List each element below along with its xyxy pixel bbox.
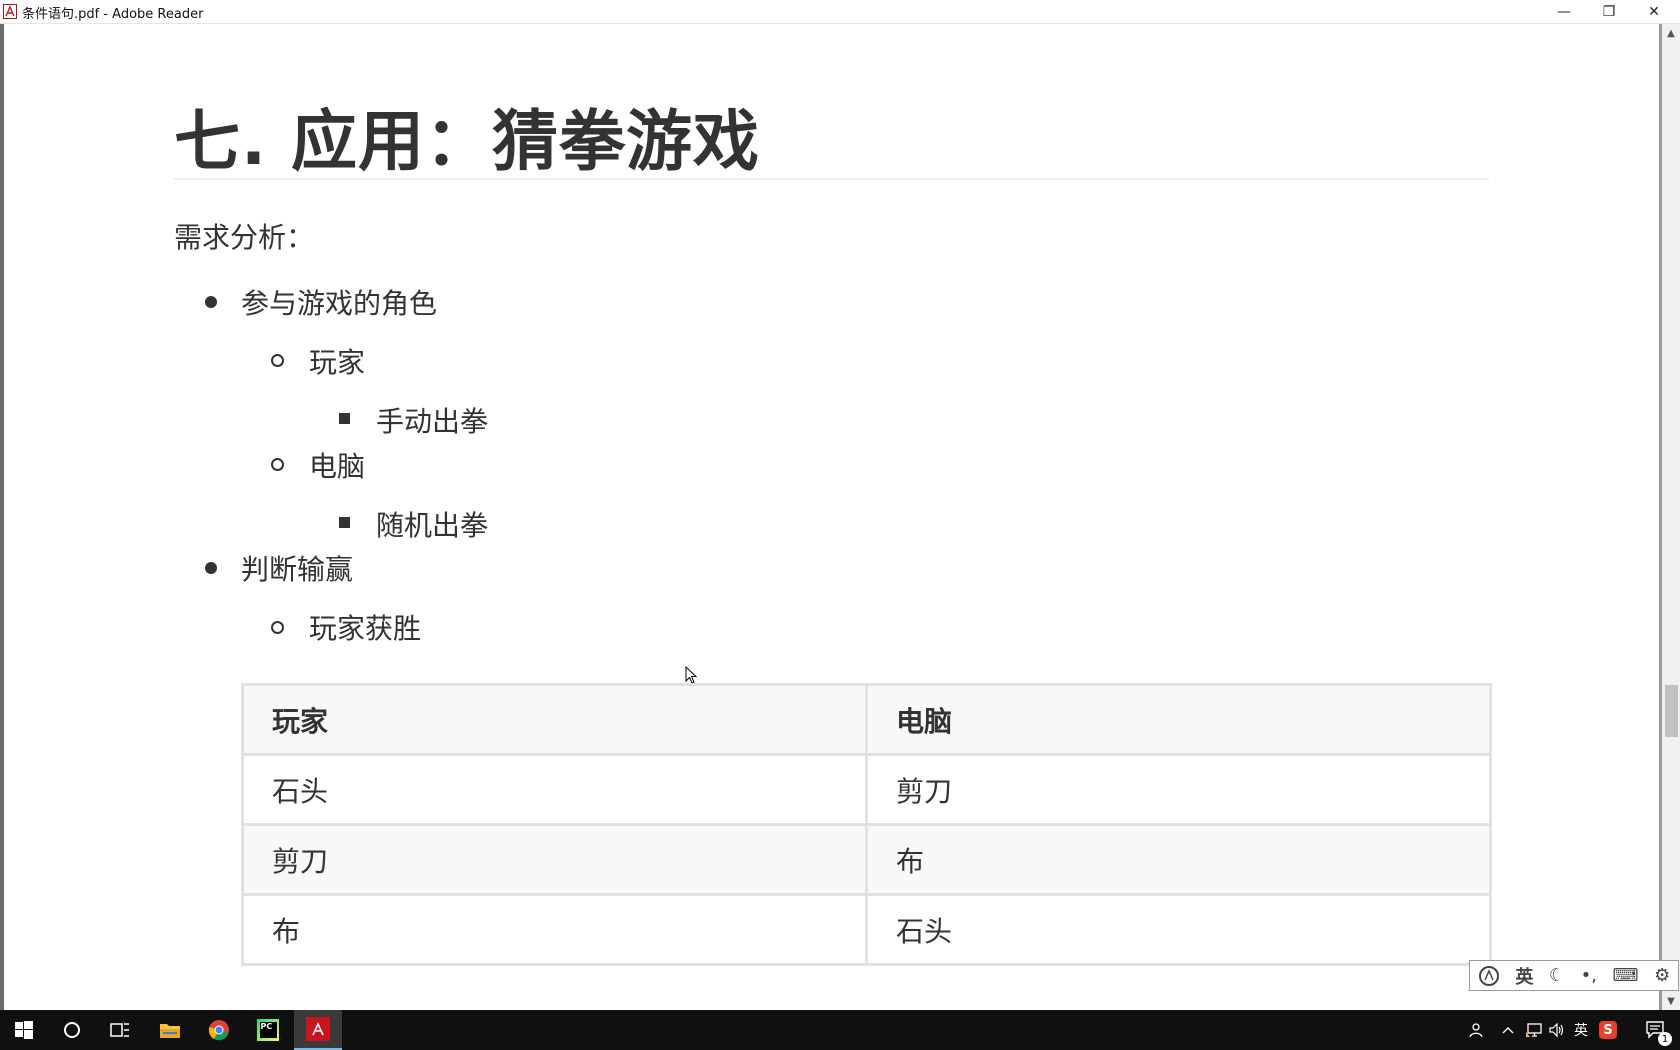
table-row: 布 石头: [241, 893, 1492, 966]
adobe-glyph-icon: [312, 1022, 324, 1036]
table-cell: 石头: [241, 753, 868, 826]
table-header-row: 玩家 电脑: [241, 683, 1492, 756]
show-hidden-icons-chevron-up-icon[interactable]: [1497, 1010, 1519, 1050]
table-row: 石头 剪刀: [241, 753, 1492, 826]
moon-icon[interactable]: ☾: [1549, 965, 1565, 986]
intro-text: 需求分析：: [174, 221, 315, 254]
start-icon: [15, 1021, 33, 1039]
table-header-player: 玩家: [241, 683, 868, 756]
bullet-disc: [205, 296, 217, 308]
close-button[interactable]: ✕: [1631, 0, 1677, 23]
adobe-reader-button[interactable]: [294, 1010, 342, 1050]
network-glyph-icon: [1526, 1023, 1542, 1037]
heading-divider: [174, 178, 1489, 180]
scroll-up-icon[interactable]: ▲: [1662, 24, 1680, 42]
list-item-roles: 参与游戏的角色: [241, 287, 438, 320]
page-left-edge: [0, 24, 4, 1010]
ime-logo-icon[interactable]: [1478, 965, 1500, 987]
scrollbar-thumb[interactable]: [1665, 685, 1678, 737]
bullet-circle: [271, 458, 284, 471]
bullet-square: [339, 517, 350, 528]
table-cell: 石头: [865, 893, 1492, 966]
table-cell: 布: [865, 823, 1492, 896]
page-heading: 七. 应用：猜拳游戏: [174, 103, 761, 180]
ime-language-toggle[interactable]: 英: [1515, 963, 1533, 989]
people-icon[interactable]: [1460, 1010, 1490, 1050]
taskbar: PC 英 S 1: [0, 1010, 1680, 1050]
pycharm-icon: PC: [257, 1019, 279, 1041]
minimize-icon: —: [1557, 3, 1571, 20]
bullet-disc: [205, 562, 217, 574]
adobe-reader-app-icon: [3, 4, 17, 19]
rps-table: 玩家 电脑 石头 剪刀 剪刀 布 布 石头: [241, 683, 1492, 966]
search-button[interactable]: [48, 1010, 96, 1050]
volume-icon[interactable]: [1546, 1010, 1568, 1050]
list-item-computer: 电脑: [309, 450, 366, 483]
list-item-computer-action: 随机出拳: [376, 509, 489, 542]
pycharm-button[interactable]: PC: [244, 1010, 292, 1050]
sogou-glyph-icon: S: [1599, 1021, 1617, 1039]
search-icon: [64, 1022, 80, 1038]
vertical-scrollbar[interactable]: ▲ ▼: [1662, 24, 1680, 1010]
chrome-button[interactable]: [195, 1010, 243, 1050]
bullet-square: [339, 413, 350, 424]
minimize-button[interactable]: —: [1541, 0, 1587, 23]
chevron-up-glyph-icon: [1502, 1027, 1514, 1034]
file-explorer-button[interactable]: [146, 1010, 194, 1050]
table-cell: 剪刀: [865, 753, 1492, 826]
speaker-glyph-icon: [1549, 1022, 1564, 1038]
sogou-ime-icon[interactable]: S: [1596, 1010, 1620, 1050]
document-viewport[interactable]: 七. 应用：猜拳游戏 需求分析： 参与游戏的角色 玩家 手动出拳 电脑 随机出拳…: [0, 24, 1662, 1010]
list-item-player-action: 手动出拳: [376, 405, 489, 438]
task-view-button[interactable]: [96, 1010, 144, 1050]
bullet-circle: [271, 621, 284, 634]
people-glyph-icon: [1469, 1023, 1483, 1038]
task-view-icon: [110, 1023, 129, 1037]
ime-toolbar: 英 ☾ •, ⌨ ⚙: [1469, 960, 1679, 991]
punctuation-icon[interactable]: •,: [1581, 965, 1597, 986]
list-item-judge: 判断输赢: [241, 553, 354, 586]
pycharm-label: PC: [259, 1022, 277, 1038]
table-header-computer: 电脑: [865, 683, 1492, 756]
window-title: 条件语句.pdf - Adobe Reader: [22, 7, 204, 22]
list-item-player: 玩家: [309, 346, 366, 379]
bullet-circle: [271, 354, 284, 367]
close-icon: ✕: [1648, 3, 1660, 20]
table-cell: 剪刀: [241, 823, 868, 896]
start-button[interactable]: [0, 1010, 48, 1050]
chrome-icon: [208, 1020, 229, 1041]
adobe-reader-icon: [306, 1017, 330, 1041]
keyboard-icon[interactable]: ⌨: [1613, 965, 1639, 986]
restore-button[interactable]: ❐: [1586, 0, 1632, 23]
title-bar: 条件语句.pdf - Adobe Reader — ❐ ✕: [0, 0, 1680, 24]
restore-icon: ❐: [1602, 3, 1616, 20]
notification-count-badge: 1: [1658, 1032, 1672, 1046]
list-item-player-wins: 玩家获胜: [309, 612, 422, 645]
file-explorer-icon: [160, 1024, 180, 1038]
gear-icon[interactable]: ⚙: [1654, 965, 1670, 986]
input-language-indicator[interactable]: 英: [1570, 1010, 1592, 1050]
action-center-button[interactable]: 1: [1636, 1010, 1676, 1050]
table-cell: 布: [241, 893, 868, 966]
scroll-down-icon[interactable]: ▼: [1662, 992, 1680, 1010]
network-icon[interactable]: [1523, 1010, 1545, 1050]
table-row: 剪刀 布: [241, 823, 1492, 896]
